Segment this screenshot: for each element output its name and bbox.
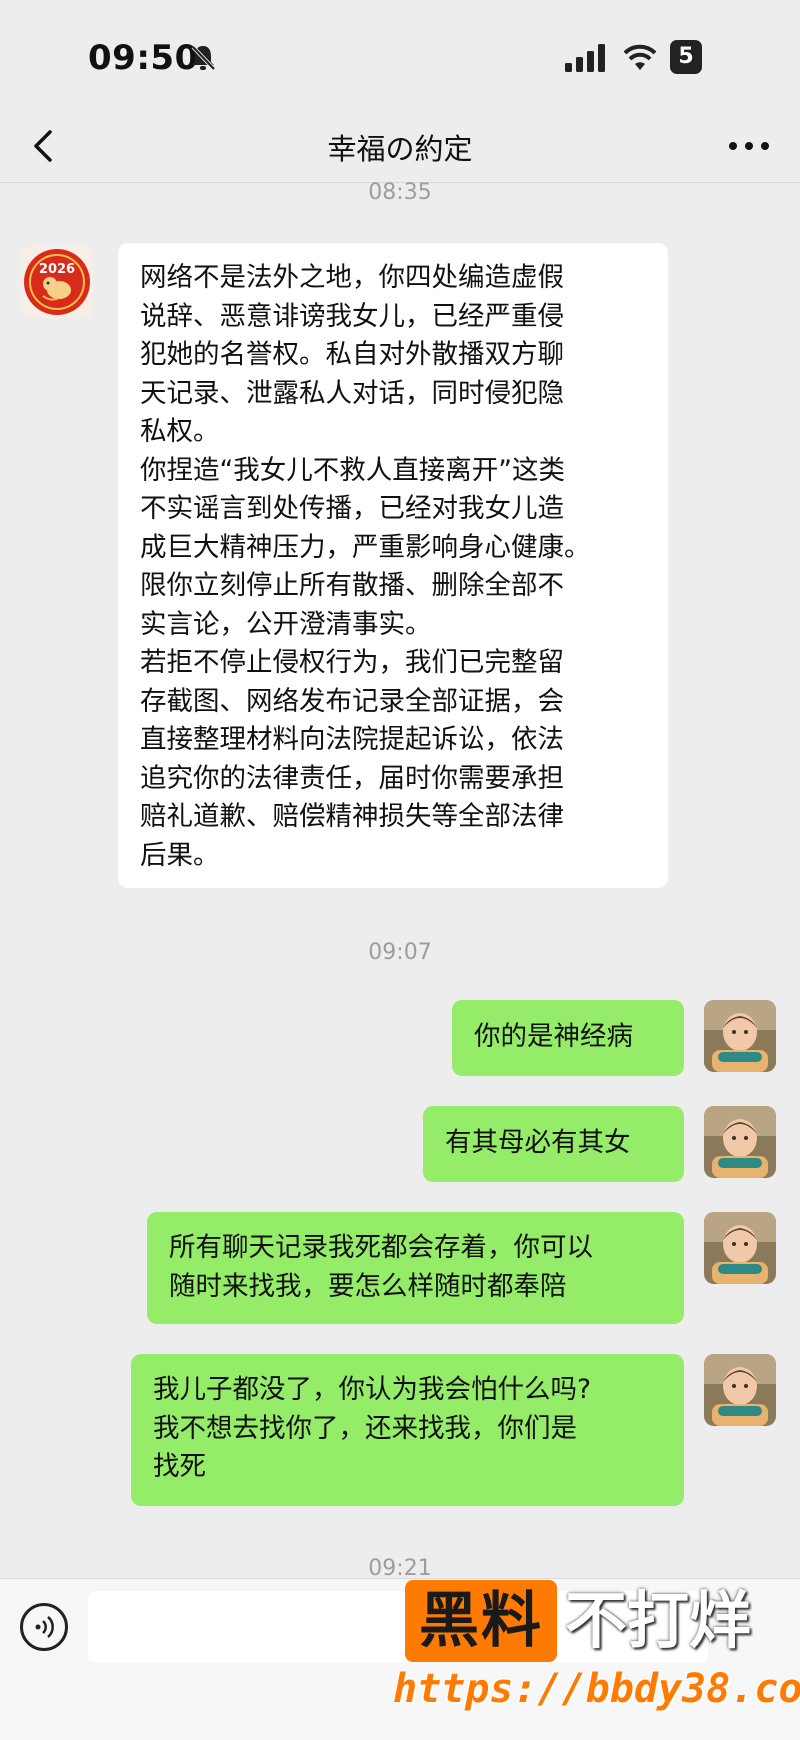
- voice-input-button[interactable]: [20, 1603, 68, 1651]
- baby-photo-icon: [704, 1212, 776, 1284]
- voice-wave-icon: [35, 1616, 54, 1638]
- status-bar: 09:50 5: [0, 0, 800, 110]
- more-dots-icon[interactable]: [724, 124, 774, 168]
- battery-icon: 5: [670, 40, 702, 74]
- watermark-url: https://bbdy38.com: [393, 1666, 800, 1712]
- message-bubble-outgoing[interactable]: 你的是神经病: [452, 1000, 684, 1076]
- bell-muted-icon: [191, 45, 216, 71]
- message-bubble-incoming[interactable]: 网络不是法外之地，你四处编造虚假 说辞、恶意诽谤我女儿，已经严重侵 犯她的名誉权…: [118, 243, 668, 888]
- contact-avatar[interactable]: 2026: [21, 246, 93, 318]
- signal-icon: [565, 44, 605, 72]
- timestamp: 09:07: [368, 940, 432, 965]
- watermark: 黑料 不打烊 https://bbdy38.com: [393, 1578, 800, 1738]
- message-text: 有其母必有其女: [445, 1127, 631, 1158]
- message-bubble-outgoing[interactable]: 所有聊天记录我死都会存着，你可以 随时来找我，要怎么样随时都奉陪: [147, 1212, 684, 1324]
- chat-title: 幸福の約定: [327, 132, 473, 166]
- baby-photo-icon: [704, 1106, 776, 1178]
- user-avatar[interactable]: [704, 1354, 776, 1426]
- baby-photo-icon: [704, 1354, 776, 1426]
- nav-bar: 幸福の約定: [0, 110, 800, 183]
- message-bubble-outgoing[interactable]: 我儿子都没了，你认为我会怕什么吗? 我不想去找你了，还来找我，你们是 找死: [131, 1354, 684, 1506]
- user-avatar[interactable]: [704, 1212, 776, 1284]
- message-bubble-outgoing[interactable]: 有其母必有其女: [423, 1106, 684, 1182]
- timestamp: 08:35: [368, 180, 432, 205]
- message-text: 所有聊天记录我死都会存着，你可以 随时来找我，要怎么样随时都奉陪: [169, 1232, 593, 1302]
- status-time: 09:50: [88, 38, 199, 78]
- message-text: 网络不是法外之地，你四处编造虚假 说辞、恶意诽谤我女儿，已经严重侵 犯她的名誉权…: [140, 262, 591, 871]
- avatar-badge-text: 2026: [39, 262, 75, 277]
- watermark-brand-text: 不打烊: [565, 1584, 752, 1657]
- baby-photo-icon: [704, 1000, 776, 1072]
- user-avatar[interactable]: [704, 1000, 776, 1072]
- wifi-icon: [624, 44, 656, 70]
- message-text: 我儿子都没了，你认为我会怕什么吗? 我不想去找你了，还来找我，你们是 找死: [153, 1374, 592, 1482]
- user-avatar[interactable]: [704, 1106, 776, 1178]
- message-text: 你的是神经病: [474, 1021, 633, 1052]
- watermark-brand-box: 黑料: [405, 1580, 557, 1662]
- horse-badge-icon: 2026: [21, 246, 93, 318]
